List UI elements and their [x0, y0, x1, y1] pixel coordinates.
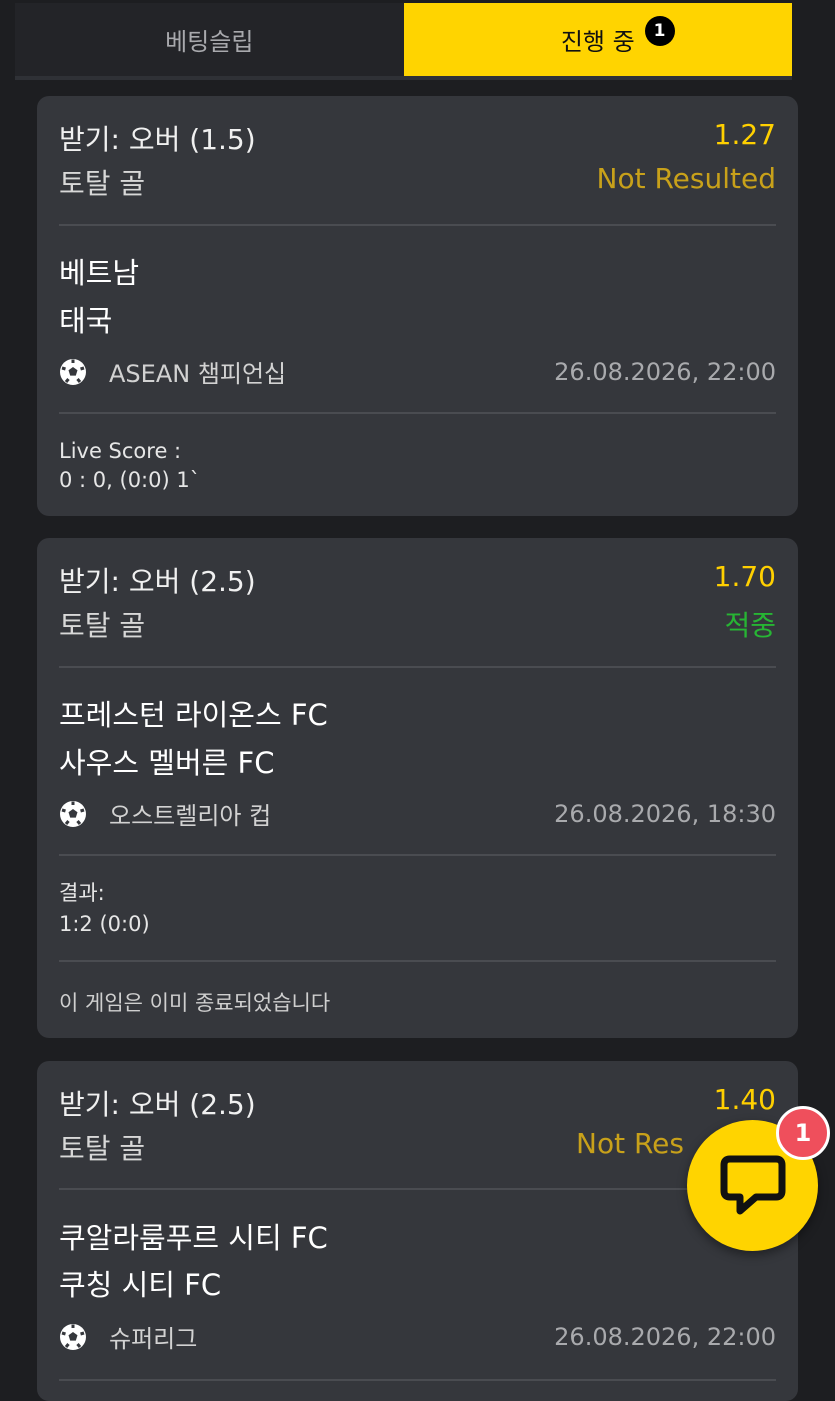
tab-in-progress[interactable]: 진행 중 1: [403, 3, 792, 76]
bet-type-row: 토탈 골 Not Resulted: [59, 162, 776, 202]
result-value: 1:2 (0:0): [59, 912, 150, 936]
league-row: ASEAN 챔피언십 26.08.2026, 22:00: [59, 354, 776, 389]
tab-bet-slip[interactable]: 베팅슬립: [15, 3, 404, 76]
away-team: 사우스 멜버른 FC: [59, 746, 275, 780]
away-team: 태국: [59, 304, 113, 338]
soccer-ball-icon: [60, 358, 86, 385]
home-team: 쿠알라룸푸르 시티 FC: [59, 1221, 328, 1255]
bet-header-row: 받기: 오버 (2.5) 1.40: [59, 1083, 776, 1123]
bet-market: 받기: 오버 (2.5): [59, 1088, 256, 1121]
league-row: 슈퍼리그 26.08.2026, 22:00: [59, 1319, 776, 1354]
bet-type: 토탈 골: [59, 167, 146, 200]
bet-tabs: 베팅슬립 진행 중 1: [15, 3, 792, 80]
divider: [59, 854, 776, 856]
away-team: 쿠칭 시티 FC: [59, 1268, 222, 1302]
tab-bet-slip-label: 베팅슬립: [165, 28, 254, 56]
bet-type-row: 토탈 골 Not Res: [59, 1127, 776, 1167]
league-name: 오스트렐리아 컵: [109, 802, 272, 830]
chat-bubble-icon: [720, 1155, 785, 1214]
league-name: 슈퍼리그: [109, 1325, 198, 1353]
bet-odds: 1.70: [713, 560, 776, 593]
live-score-value: 0 : 0, (0:0) 1`: [59, 468, 201, 492]
bet-odds: 1.40: [713, 1083, 776, 1116]
match-datetime: 26.08.2026, 22:00: [554, 357, 776, 386]
bet-type: 토탈 골: [59, 609, 146, 642]
bet-type: 토탈 골: [59, 1132, 146, 1165]
divider: [59, 666, 776, 668]
soccer-ball-icon: [60, 1323, 86, 1350]
league-name: ASEAN 챔피언십: [109, 360, 287, 388]
tab-count-badge: 1: [644, 16, 675, 46]
league-row: 오스트렐리아 컵 26.08.2026, 18:30: [59, 796, 776, 831]
bet-market: 받기: 오버 (2.5): [59, 565, 256, 598]
chat-unread-badge: 1: [776, 1106, 830, 1160]
home-team: 베트남: [59, 256, 140, 290]
bet-card: 받기: 오버 (2.5) 1.70 토탈 골 적중 프레스턴 라이온스 FC 사…: [37, 538, 798, 1038]
bet-status: 적중: [724, 609, 776, 642]
bet-header-row: 받기: 오버 (2.5) 1.70: [59, 560, 776, 600]
bet-card: 받기: 오버 (2.5) 1.40 토탈 골 Not Res 쿠알라룸푸르 시티…: [37, 1061, 798, 1401]
divider: [59, 1188, 776, 1190]
match-datetime: 26.08.2026, 22:00: [554, 1322, 776, 1351]
bet-status: Not Resulted: [596, 162, 776, 195]
soccer-ball-icon: [60, 800, 86, 827]
bet-type-row: 토탈 골 적중: [59, 604, 776, 644]
bet-status: Not Res: [576, 1127, 684, 1160]
game-finished-note: 이 게임은 이미 종료되었습니다: [59, 991, 331, 1015]
bet-market: 받기: 오버 (1.5): [59, 123, 256, 156]
divider: [59, 224, 776, 226]
divider: [59, 1379, 776, 1381]
bet-odds: 1.27: [713, 118, 776, 151]
bet-header-row: 받기: 오버 (1.5) 1.27: [59, 118, 776, 158]
bet-card: 받기: 오버 (1.5) 1.27 토탈 골 Not Resulted 베트남 …: [37, 96, 798, 516]
divider: [59, 412, 776, 414]
live-score-label: Live Score :: [59, 439, 182, 463]
tab-in-progress-label: 진행 중: [560, 28, 635, 56]
result-label: 결과:: [59, 881, 105, 905]
match-datetime: 26.08.2026, 18:30: [554, 799, 776, 828]
divider: [59, 960, 776, 962]
home-team: 프레스턴 라이온스 FC: [59, 698, 328, 732]
